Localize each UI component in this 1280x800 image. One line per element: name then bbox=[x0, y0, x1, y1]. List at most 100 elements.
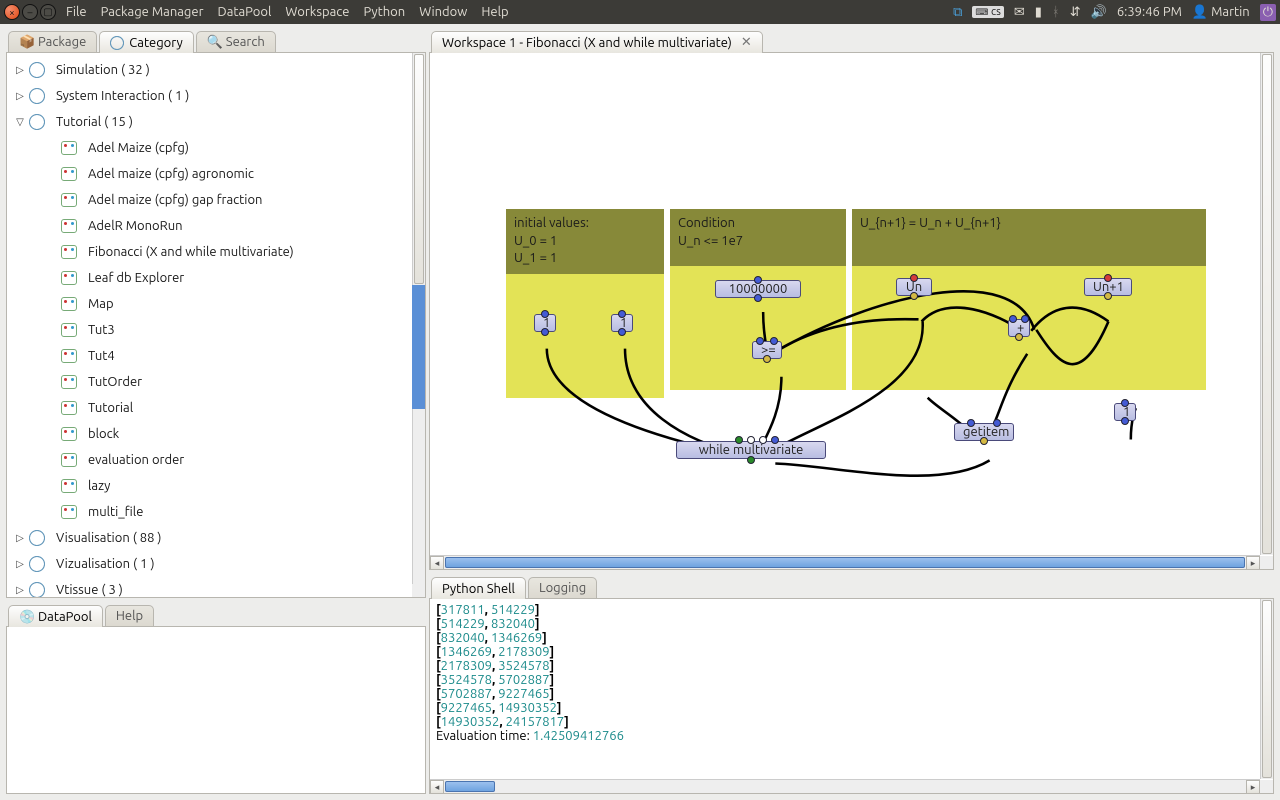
search-icon: 🔍 bbox=[207, 35, 221, 49]
node-while-multivariate[interactable]: while multivariate bbox=[676, 441, 826, 459]
shell-hscroll[interactable]: ◂ ▸ bbox=[430, 779, 1260, 793]
workspace-tab[interactable]: Workspace 1 - Fibonacci (X and while mul… bbox=[431, 31, 763, 53]
tree-item-workflow[interactable]: Tut3 bbox=[7, 317, 412, 343]
tree-item-vizualisation[interactable]: ▷ Vizualisation ( 1 ) bbox=[7, 551, 412, 577]
menu-window[interactable]: Window bbox=[419, 5, 467, 19]
top-menu-bar: × – ▢ File Package Manager DataPool Work… bbox=[0, 0, 1280, 24]
shell-vscroll[interactable] bbox=[1260, 599, 1273, 779]
window-buttons: × – ▢ bbox=[4, 4, 56, 20]
workflow-icon bbox=[61, 401, 77, 415]
workspace-panel: Workspace 1 - Fibonacci (X and while mul… bbox=[429, 30, 1274, 570]
tree-item-system-interaction[interactable]: ▷ System Interaction ( 1 ) bbox=[7, 83, 412, 109]
tree-item-simulation[interactable]: ▷ Simulation ( 32 ) bbox=[7, 57, 412, 83]
left-column: 📦Package Category 🔍Search ▷ Simulation (… bbox=[0, 24, 426, 800]
minimize-window-button[interactable]: – bbox=[22, 4, 38, 20]
node-const-1c[interactable]: 1 bbox=[1114, 403, 1136, 421]
box-icon: 📦 bbox=[19, 35, 33, 49]
disk-icon: 💿 bbox=[19, 610, 33, 624]
battery-icon[interactable]: ▮ bbox=[1035, 5, 1042, 20]
canvas-hscroll[interactable]: ◂ ▸ bbox=[430, 555, 1260, 569]
annotation-text: U_{n+1} = U_n + U_{n+1} bbox=[852, 209, 1206, 266]
tab-datapool[interactable]: 💿DataPool bbox=[8, 605, 103, 627]
node-ge[interactable]: >= bbox=[752, 341, 782, 359]
tree-item-workflow[interactable]: evaluation order bbox=[7, 447, 412, 473]
tree-item-workflow[interactable]: Adel maize (cpfg) gap fraction bbox=[7, 187, 412, 213]
tab-category[interactable]: Category bbox=[99, 31, 193, 53]
browser-panel: 📦Package Category 🔍Search ▷ Simulation (… bbox=[6, 30, 426, 598]
tree-item-workflow[interactable]: Fibonacci (X and while multivariate) bbox=[7, 239, 412, 265]
node-un1[interactable]: Un+1 bbox=[1084, 278, 1132, 296]
tab-search[interactable]: 🔍Search bbox=[196, 31, 276, 53]
system-tray: ⧉ ⌨ cs ✉ ▮ ᚼ ⇵ 🔊 6:39:46 PM 👤 Martin ⏻ bbox=[953, 4, 1276, 21]
workflow-icon bbox=[61, 479, 77, 493]
tree-item-vtissue[interactable]: ▷ Vtissue ( 3 ) bbox=[7, 577, 412, 597]
annotation-initial[interactable]: initial values: U_0 = 1 U_1 = 1 bbox=[506, 209, 664, 398]
tree-item-workflow[interactable]: TutOrder bbox=[7, 369, 412, 395]
workflow-icon bbox=[61, 271, 77, 285]
node-un[interactable]: Un bbox=[896, 278, 932, 296]
tab-python-shell[interactable]: Python Shell bbox=[431, 577, 526, 599]
tree-item-workflow[interactable]: lazy bbox=[7, 473, 412, 499]
close-tab-icon[interactable]: ✕ bbox=[741, 35, 752, 50]
menu-package-manager[interactable]: Package Manager bbox=[101, 5, 204, 19]
node-const-1a[interactable]: 1 bbox=[534, 314, 556, 332]
tree-item-workflow[interactable]: Tutorial bbox=[7, 395, 412, 421]
tree-item-workflow[interactable]: Adel maize (cpfg) agronomic bbox=[7, 161, 412, 187]
menu-python[interactable]: Python bbox=[363, 5, 405, 19]
right-column: Workspace 1 - Fibonacci (X and while mul… bbox=[426, 24, 1280, 800]
shell-panel: Python Shell Logging [317811, 514229][51… bbox=[429, 576, 1274, 794]
workflow-canvas[interactable]: initial values: U_0 = 1 U_1 = 1 Conditio… bbox=[429, 52, 1274, 570]
wifi-icon[interactable]: ⇵ bbox=[1070, 5, 1081, 20]
tree-item-workflow[interactable]: Tut4 bbox=[7, 343, 412, 369]
volume-icon[interactable]: 🔊 bbox=[1091, 5, 1107, 20]
annotation-text: Condition U_n <= 1e7 bbox=[670, 209, 846, 266]
clock[interactable]: 6:39:46 PM bbox=[1117, 5, 1182, 19]
dropbox-icon[interactable]: ⧉ bbox=[953, 5, 962, 20]
app-menu: File Package Manager DataPool Workspace … bbox=[66, 5, 509, 19]
workflow-icon bbox=[61, 349, 77, 363]
workflow-icon bbox=[61, 167, 77, 181]
datapool-panel: 💿DataPool Help bbox=[6, 604, 426, 794]
workflow-icon bbox=[61, 375, 77, 389]
menu-file[interactable]: File bbox=[66, 5, 87, 19]
tab-help[interactable]: Help bbox=[105, 605, 154, 627]
workflow-icon bbox=[61, 193, 77, 207]
tree-item-workflow[interactable]: Map bbox=[7, 291, 412, 317]
shutdown-icon[interactable]: ⏻ bbox=[1260, 4, 1276, 21]
workflow-icon bbox=[61, 245, 77, 259]
tab-package[interactable]: 📦Package bbox=[8, 31, 97, 53]
user-menu[interactable]: 👤 Martin bbox=[1192, 5, 1250, 20]
tree-item-tutorial[interactable]: ▽ Tutorial ( 15 ) bbox=[7, 109, 412, 135]
node-plus[interactable]: + bbox=[1008, 319, 1030, 337]
workflow-icon bbox=[61, 219, 77, 233]
node-getitem[interactable]: getitem bbox=[954, 423, 1014, 441]
workflow-icon bbox=[61, 427, 77, 441]
workflow-icon bbox=[61, 453, 77, 467]
menu-workspace[interactable]: Workspace bbox=[285, 5, 349, 19]
keyboard-indicator[interactable]: ⌨ cs bbox=[972, 6, 1003, 18]
tree-item-workflow[interactable]: multi_file bbox=[7, 499, 412, 525]
tree-item-workflow[interactable]: block bbox=[7, 421, 412, 447]
tab-logging[interactable]: Logging bbox=[528, 577, 597, 599]
atom-icon bbox=[110, 36, 124, 50]
mail-icon[interactable]: ✉ bbox=[1014, 5, 1025, 20]
atom-icon bbox=[29, 88, 45, 104]
node-const-10000000[interactable]: 10000000 bbox=[715, 280, 801, 298]
tree-item-workflow[interactable]: Leaf db Explorer bbox=[7, 265, 412, 291]
tree-item-workflow[interactable]: Adel Maize (cpfg) bbox=[7, 135, 412, 161]
close-window-button[interactable]: × bbox=[4, 4, 20, 20]
tree-item-visualisation[interactable]: ▷ Visualisation ( 88 ) bbox=[7, 525, 412, 551]
annotation-recurrence[interactable]: U_{n+1} = U_n + U_{n+1} bbox=[852, 209, 1206, 390]
tree-item-workflow[interactable]: AdelR MonoRun bbox=[7, 213, 412, 239]
atom-icon bbox=[29, 114, 45, 130]
annotation-text: initial values: U_0 = 1 U_1 = 1 bbox=[506, 209, 664, 274]
maximize-window-button[interactable]: ▢ bbox=[40, 4, 56, 20]
menu-datapool[interactable]: DataPool bbox=[218, 5, 272, 19]
atom-icon bbox=[29, 530, 45, 546]
python-shell-output[interactable]: [317811, 514229][514229, 832040][832040,… bbox=[429, 598, 1274, 794]
node-const-1b[interactable]: 1 bbox=[611, 314, 633, 332]
workflow-icon bbox=[61, 297, 77, 311]
bluetooth-icon[interactable]: ᚼ bbox=[1052, 5, 1060, 19]
canvas-vscroll[interactable] bbox=[1260, 53, 1273, 555]
menu-help[interactable]: Help bbox=[481, 5, 508, 19]
